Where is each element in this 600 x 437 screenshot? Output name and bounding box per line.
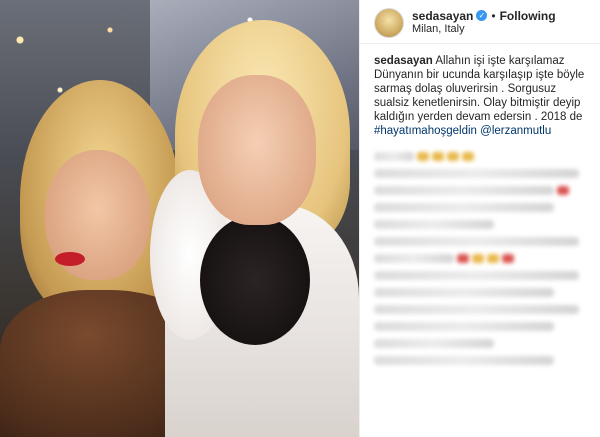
hashtag-link[interactable]: #hayatımahoşgeldin <box>374 125 477 137</box>
post-photo[interactable] <box>0 0 359 437</box>
post-header: sedasayan ✓ • Following Milan, Italy <box>360 0 600 44</box>
username-link[interactable]: sedasayan <box>412 9 473 23</box>
blurred-comments <box>360 138 600 365</box>
post-sidebar: sedasayan ✓ • Following Milan, Italy sed… <box>359 0 600 437</box>
separator-dot: • <box>491 8 496 23</box>
avatar[interactable] <box>374 7 404 38</box>
caption-username-link[interactable]: sedasayan <box>374 55 433 67</box>
blurred-comment <box>374 152 592 161</box>
blurred-comment <box>374 288 554 297</box>
blurred-comment <box>374 356 554 365</box>
blurred-comment <box>374 271 579 280</box>
right-person-black-scarf <box>200 215 310 345</box>
blurred-comment <box>374 254 592 263</box>
blurred-comment <box>374 203 554 212</box>
post-caption: sedasayan Allahın işi işte karşılamaz Dü… <box>360 44 600 138</box>
mention-link[interactable]: @lerzanmutlu <box>480 125 551 137</box>
following-button[interactable]: Following <box>500 9 556 23</box>
blurred-comment <box>374 220 494 229</box>
blurred-comment <box>374 305 579 314</box>
location-link[interactable]: Milan, Italy <box>412 23 556 36</box>
header-info: sedasayan ✓ • Following Milan, Italy <box>412 9 556 37</box>
blurred-comment <box>374 186 592 195</box>
blurred-comment <box>374 339 494 348</box>
blurred-comment <box>374 237 579 246</box>
left-person-lips <box>55 252 85 266</box>
right-person-face <box>198 75 316 225</box>
verified-badge-icon: ✓ <box>476 10 488 22</box>
instagram-post: sedasayan ✓ • Following Milan, Italy sed… <box>0 0 600 437</box>
blurred-comment <box>374 322 554 331</box>
blurred-comment <box>374 169 579 178</box>
